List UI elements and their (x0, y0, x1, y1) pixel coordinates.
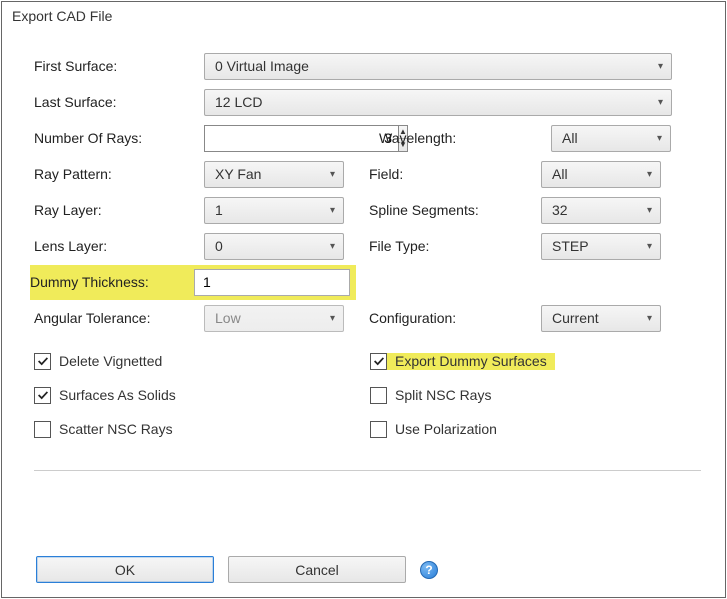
file-type-label: File Type: (369, 238, 541, 254)
num-rays-stepper[interactable]: ▲ ▼ (204, 125, 354, 152)
angular-tolerance-select: Low ▾ (204, 305, 344, 332)
lens-layer-label: Lens Layer: (34, 238, 204, 254)
lens-layer-value: 0 (215, 238, 223, 254)
help-icon[interactable]: ? (420, 561, 438, 579)
dialog-footer: OK Cancel ? (2, 542, 725, 597)
first-surface-label: First Surface: (34, 58, 204, 74)
surfaces-solids-label: Surfaces As Solids (59, 387, 176, 403)
field-value: All (552, 166, 568, 182)
export-dummy-label: Export Dummy Surfaces (395, 353, 547, 369)
split-nsc-checkbox[interactable] (370, 387, 387, 404)
configuration-select[interactable]: Current ▾ (541, 305, 661, 332)
dialog-title: Export CAD File (2, 2, 725, 30)
chevron-down-icon: ▾ (658, 97, 663, 108)
divider (34, 470, 701, 471)
chevron-down-icon: ▾ (330, 241, 335, 252)
wavelength-label: Wavelength: (379, 130, 551, 146)
first-surface-value: 0 Virtual Image (215, 58, 309, 74)
wavelength-select[interactable]: All ▾ (551, 125, 671, 152)
delete-vignetted-checkbox[interactable] (34, 353, 51, 370)
chevron-down-icon: ▾ (658, 61, 663, 72)
chevron-down-icon: ▾ (647, 205, 652, 216)
surfaces-solids-checkbox[interactable] (34, 387, 51, 404)
use-polarization-label: Use Polarization (395, 421, 497, 437)
dummy-thickness-label: Dummy Thickness: (30, 274, 194, 290)
chevron-down-icon: ▾ (330, 205, 335, 216)
chevron-down-icon: ▾ (647, 313, 652, 324)
last-surface-select[interactable]: 12 LCD ▾ (204, 89, 672, 116)
spline-segments-value: 32 (552, 202, 568, 218)
dialog-content: First Surface: 0 Virtual Image ▾ Last Su… (2, 30, 725, 471)
ok-button[interactable]: OK (36, 556, 214, 583)
chevron-down-icon: ▾ (647, 241, 652, 252)
angular-tolerance-value: Low (215, 310, 241, 326)
dummy-thickness-input[interactable] (194, 269, 350, 296)
first-surface-select[interactable]: 0 Virtual Image ▾ (204, 53, 672, 80)
cancel-button[interactable]: Cancel (228, 556, 406, 583)
ray-layer-value: 1 (215, 202, 223, 218)
last-surface-label: Last Surface: (34, 94, 204, 110)
chevron-down-icon: ▾ (330, 169, 335, 180)
wavelength-value: All (562, 130, 578, 146)
lens-layer-select[interactable]: 0 ▾ (204, 233, 344, 260)
configuration-value: Current (552, 310, 599, 326)
scatter-nsc-label: Scatter NSC Rays (59, 421, 173, 437)
chevron-down-icon: ▾ (330, 313, 335, 324)
file-type-value: STEP (552, 238, 589, 254)
ray-pattern-label: Ray Pattern: (34, 166, 204, 182)
delete-vignetted-label: Delete Vignetted (59, 353, 162, 369)
ray-layer-label: Ray Layer: (34, 202, 204, 218)
last-surface-value: 12 LCD (215, 94, 262, 110)
num-rays-label: Number Of Rays: (34, 130, 204, 146)
spline-segments-label: Spline Segments: (369, 202, 541, 218)
field-select[interactable]: All ▾ (541, 161, 661, 188)
use-polarization-checkbox[interactable] (370, 421, 387, 438)
file-type-select[interactable]: STEP ▾ (541, 233, 661, 260)
ray-pattern-value: XY Fan (215, 166, 261, 182)
scatter-nsc-checkbox[interactable] (34, 421, 51, 438)
num-rays-input[interactable] (204, 125, 399, 152)
spline-segments-select[interactable]: 32 ▾ (541, 197, 661, 224)
configuration-label: Configuration: (369, 310, 541, 326)
export-cad-dialog: Export CAD File First Surface: 0 Virtual… (1, 1, 726, 598)
ray-layer-select[interactable]: 1 ▾ (204, 197, 344, 224)
ray-pattern-select[interactable]: XY Fan ▾ (204, 161, 344, 188)
split-nsc-label: Split NSC Rays (395, 387, 491, 403)
chevron-down-icon: ▾ (647, 169, 652, 180)
field-label: Field: (369, 166, 541, 182)
angular-tolerance-label: Angular Tolerance: (34, 310, 204, 326)
chevron-down-icon: ▾ (657, 133, 662, 144)
export-dummy-checkbox[interactable] (370, 353, 387, 370)
